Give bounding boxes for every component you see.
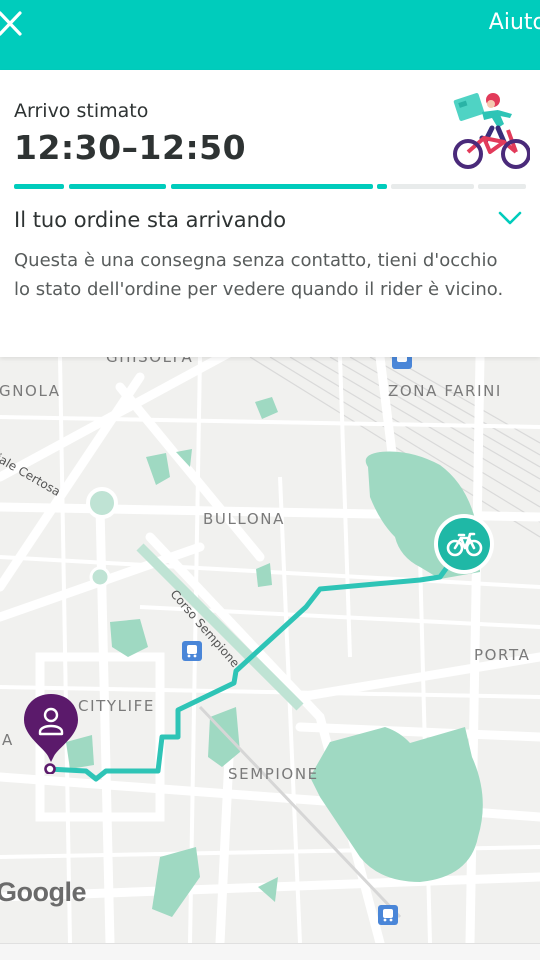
area-label-zona-farini: ZONA FARINI	[388, 382, 502, 400]
bottom-strip	[0, 943, 540, 960]
expand-toggle[interactable]	[496, 208, 524, 228]
help-link[interactable]: Aiuto	[489, 10, 540, 35]
close-button[interactable]	[0, 8, 30, 40]
eta-value: 12:30–12:50	[14, 128, 247, 167]
progress-segment-2	[69, 184, 166, 189]
top-bar: Aiuto	[0, 0, 540, 70]
progress-segment-5	[391, 184, 474, 189]
progress-segment-1	[14, 184, 64, 189]
metro-station-icon	[378, 905, 398, 925]
chevron-down-icon	[498, 211, 522, 225]
status-description: Questa è una consegna senza contatto, ti…	[14, 250, 504, 300]
area-label-sempione: SEMPIONE	[228, 765, 319, 783]
rider-location-marker[interactable]	[434, 514, 494, 574]
area-label-ghisolfa: GHISOLFA	[106, 357, 194, 366]
delivery-status-card: Arrivo stimato 12:30–12:50 Il tuo ordine…	[0, 70, 540, 357]
google-logo: Google	[0, 877, 87, 907]
eta-label: Arrivo stimato	[14, 100, 149, 122]
metro-station-icon	[392, 357, 412, 369]
area-label-porta: PORTA	[474, 646, 531, 664]
metro-station-icon	[182, 641, 202, 661]
rider-on-bike-illustration	[453, 93, 530, 169]
delivery-map[interactable]: GHISOLFA GNOLA ZONA FARINI BULLONA PORTA…	[0, 357, 540, 943]
progress-segment-6	[478, 184, 526, 189]
bicycle-icon	[446, 532, 483, 557]
area-label-gnola: GNOLA	[0, 382, 61, 400]
area-label-a: A	[2, 731, 14, 749]
area-label-bullona: BULLONA	[203, 510, 285, 528]
map-base	[0, 357, 540, 943]
user-pin-icon[interactable]	[22, 692, 80, 774]
progress-segment-4	[377, 184, 387, 189]
close-icon	[0, 11, 22, 36]
progress-segment-3	[171, 184, 373, 189]
area-label-citylife: CITYLIFE	[78, 697, 155, 715]
status-title: Il tuo ordine sta arrivando	[14, 208, 287, 232]
